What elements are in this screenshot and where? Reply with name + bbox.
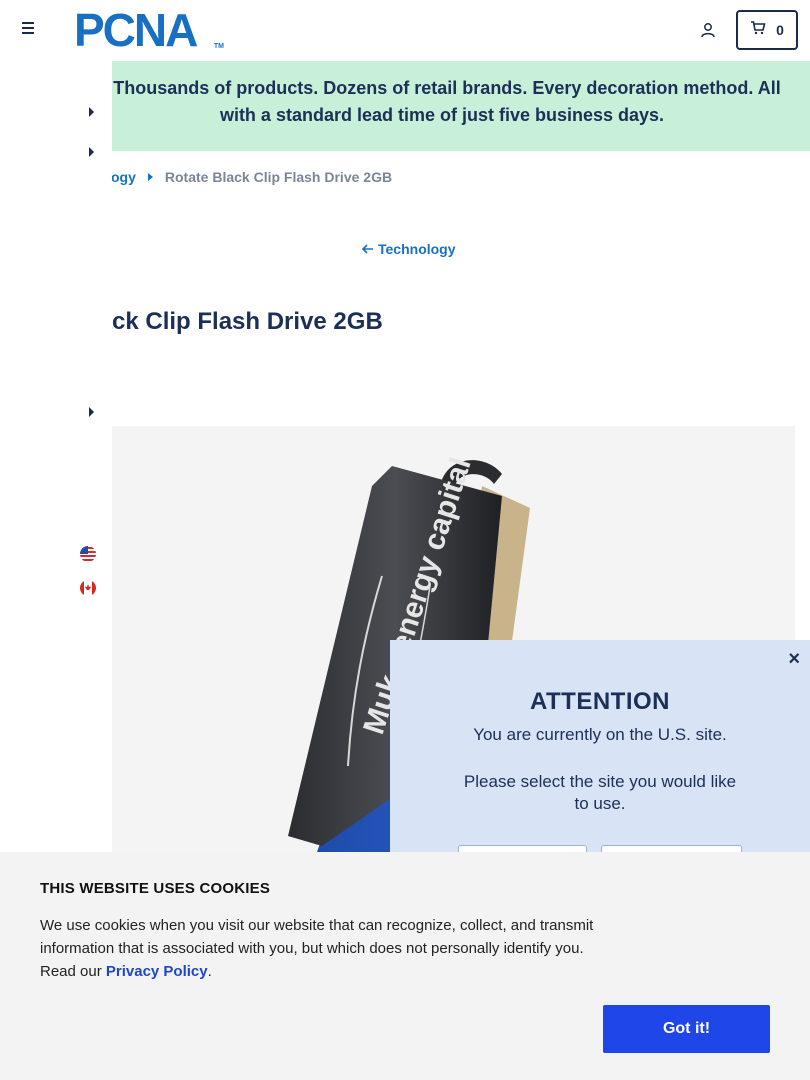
canada-flag-icon[interactable] (80, 580, 96, 596)
cart-count: 0 (776, 22, 784, 38)
back-link-label: Technology (378, 241, 456, 257)
arrow-left-icon (361, 241, 374, 257)
promo-banner: / Thousands of products. Dozens of retai… (103, 61, 810, 151)
cart-icon (750, 20, 766, 40)
got-it-button[interactable]: Got it! (603, 1005, 770, 1053)
attention-message: You are currently on the U.S. site. (473, 725, 727, 744)
menu-icon[interactable] (20, 22, 36, 38)
cookie-title: THIS WEBSITE USES COOKIES (40, 880, 271, 897)
menu-caret-icon[interactable] (89, 407, 94, 417)
account-icon[interactable] (700, 22, 716, 38)
promo-text: / Thousands of products. Dozens of retai… (103, 78, 781, 125)
breadcrumb: nology Rotate Black Clip Flash Drive 2GB (90, 169, 392, 185)
site-select-modal: × ATTENTION You are currently on the U.S… (390, 640, 810, 885)
menu-caret-icon[interactable] (89, 147, 94, 157)
breadcrumb-current: Rotate Black Clip Flash Drive 2GB (164, 169, 393, 185)
us-flag-icon[interactable] (80, 546, 96, 562)
close-icon[interactable]: × (788, 648, 800, 671)
attention-title: ATTENTION (529, 688, 671, 715)
logo-text: PCNA (74, 4, 198, 56)
cookie-text: We use cookies when you visit our websit… (40, 914, 600, 983)
site-header: PCNA TM 0 (0, 0, 810, 60)
pcna-logo[interactable]: PCNA TM (74, 4, 226, 56)
back-to-category-link[interactable]: Technology (361, 241, 456, 257)
privacy-policy-link[interactable]: Privacy Policy (106, 963, 208, 980)
cart-button[interactable]: 0 (736, 10, 798, 50)
cookie-body-end: . (207, 963, 212, 980)
logo-tm: TM (213, 43, 224, 50)
product-title: lack Clip Flash Drive 2GB (92, 308, 383, 335)
cookie-banner: THIS WEBSITE USES COOKIES We use cookies… (0, 852, 810, 1080)
menu-caret-icon[interactable] (89, 107, 94, 117)
attention-prompt: Please select the site you would like to… (463, 772, 737, 813)
breadcrumb-separator-icon (147, 173, 153, 181)
